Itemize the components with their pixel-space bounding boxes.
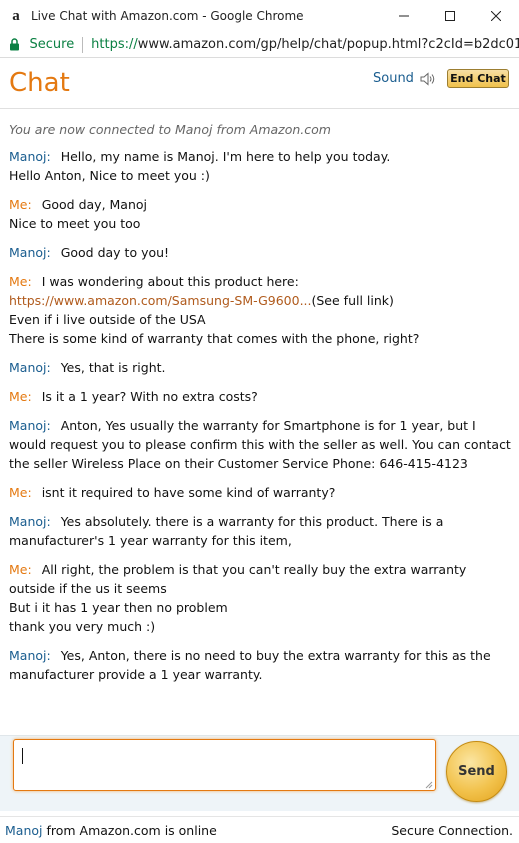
message-text: Anton, Yes usually the warranty for Smar…	[9, 418, 511, 471]
end-chat-button[interactable]: End Chat	[447, 69, 509, 88]
url-text[interactable]: https://www.amazon.com/gp/help/chat/popu…	[91, 37, 519, 52]
close-button[interactable]	[473, 0, 519, 32]
speaker-icon	[420, 71, 436, 86]
text-caret	[22, 748, 23, 764]
page-title: Chat	[9, 68, 70, 98]
sender-name: Me:	[9, 389, 32, 404]
minimize-button[interactable]	[381, 0, 427, 32]
window-title: Live Chat with Amazon.com - Google Chrom…	[31, 9, 304, 23]
message-text: Hello, my name is Manoj. I'm here to hel…	[60, 149, 391, 164]
sender-name: Me:	[9, 274, 32, 289]
window-title-bar: a Live Chat with Amazon.com - Google Chr…	[0, 0, 519, 32]
chat-message: Manoj: Anton, Yes usually the warranty fo…	[9, 416, 512, 473]
agent-name: Manoj	[5, 822, 43, 838]
maximize-button[interactable]	[427, 0, 473, 32]
product-link[interactable]: https://www.amazon.com/Samsung-SM-G9600.…	[9, 293, 312, 308]
sender-name: Manoj:	[9, 360, 51, 375]
sound-label: Sound	[373, 71, 414, 86]
chat-message: Manoj: Yes absolutely. there is a warrant…	[9, 512, 512, 550]
chat-message: Me: isnt it required to have some kind of…	[9, 483, 512, 502]
message-text: All right, the problem is that you can't…	[9, 562, 467, 596]
amazon-app-icon: a	[12, 7, 20, 24]
chat-header: Chat Sound End Chat	[0, 58, 519, 108]
status-text: from Amazon.com is online	[42, 822, 217, 838]
close-icon	[491, 11, 501, 21]
send-button[interactable]: Send	[446, 741, 507, 802]
window-controls	[381, 0, 519, 32]
message-text: Yes, Anton, there is no need to buy the …	[9, 648, 491, 682]
sender-name: Me:	[9, 562, 32, 577]
message-text: Yes absolutely. there is a warranty for …	[9, 514, 444, 548]
sender-name: Me:	[9, 197, 32, 212]
resize-grip-icon[interactable]	[425, 781, 433, 789]
lock-icon	[8, 38, 22, 52]
message-text: Yes, that is right.	[60, 360, 166, 375]
maximize-icon	[445, 11, 455, 21]
see-full-link[interactable]: (See full link)	[312, 293, 394, 308]
chat-message: Me: All right, the problem is that you ca…	[9, 560, 512, 636]
chat-message: Me: I was wondering about this product he…	[9, 272, 512, 348]
chat-message: Manoj: Hello, my name is Manoj. I'm here …	[9, 147, 512, 185]
sender-name: Manoj:	[9, 514, 51, 529]
message-text: isnt it required to have some kind of wa…	[41, 485, 336, 500]
sound-toggle[interactable]: Sound	[373, 71, 436, 86]
agent-status: Manoj from Amazon.com is online	[5, 823, 217, 838]
message-text: I was wondering about this product here:	[41, 274, 299, 289]
message-text: Good day, Manoj	[41, 197, 148, 212]
message-text: But i it has 1 year then no problem	[9, 600, 228, 615]
status-bar: Manoj from Amazon.com is online Secure C…	[0, 817, 519, 843]
minimize-icon	[399, 15, 409, 17]
url-rest: www.amazon.com/gp/help/chat/popup.html?c…	[137, 37, 519, 52]
message-text: Hello Anton, Nice to meet you :)	[9, 168, 210, 183]
message-text: There is some kind of warranty that come…	[9, 331, 420, 346]
message-text: Nice to meet you too	[9, 216, 141, 231]
chat-message: Manoj: Yes, Anton, there is no need to bu…	[9, 646, 512, 684]
message-text: Even if i live outside of the USA	[9, 312, 206, 327]
message-text: Good day to you!	[60, 245, 170, 260]
sender-name: Manoj:	[9, 648, 51, 663]
chat-message: Manoj: Yes, that is right.	[9, 358, 512, 377]
secure-connection-label: Secure Connection.	[391, 822, 513, 838]
url-scheme: https://	[91, 37, 138, 52]
sender-name: Me:	[9, 485, 32, 500]
message-input[interactable]	[13, 739, 436, 791]
address-bar[interactable]: Secure https://www.amazon.com/gp/help/ch…	[0, 32, 519, 58]
sender-name: Manoj:	[9, 418, 51, 433]
composer: Send	[0, 735, 519, 811]
connection-message: You are now connected to Manoj from Amaz…	[9, 122, 331, 137]
chat-message: Manoj: Good day to you!	[9, 243, 512, 262]
sender-name: Manoj:	[9, 149, 51, 164]
chat-transcript: You are now connected to Manoj from Amaz…	[9, 120, 512, 694]
message-text: Is it a 1 year? With no extra costs?	[41, 389, 258, 404]
chat-message: Me: Good day, Manoj Nice to meet you too	[9, 195, 512, 233]
secure-label: Secure	[29, 37, 75, 52]
message-text: thank you very much :)	[9, 619, 156, 634]
header-divider	[0, 108, 519, 109]
address-divider	[82, 36, 84, 53]
sender-name: Manoj:	[9, 245, 51, 260]
chat-message: Me: Is it a 1 year? With no extra costs?	[9, 387, 512, 406]
